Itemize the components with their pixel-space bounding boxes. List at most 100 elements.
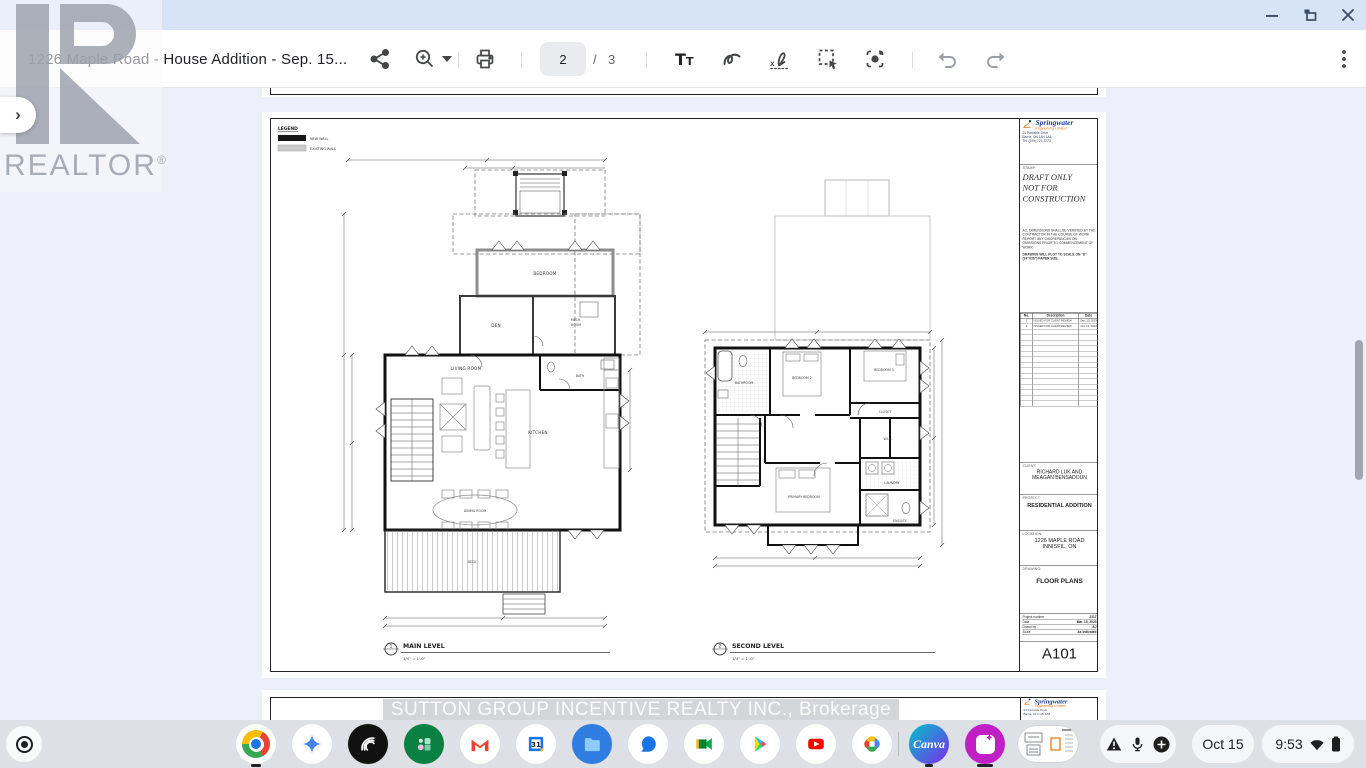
chrome-app-icon[interactable]	[236, 724, 276, 764]
title-block-drawing: DRAWING: FLOOR PLANS	[1020, 566, 1098, 614]
date-button[interactable]: Oct 15	[1192, 725, 1254, 763]
canva-active-indicator	[925, 764, 933, 767]
svg-text:2: 2	[719, 644, 722, 650]
messages-app-icon[interactable]	[628, 724, 668, 764]
photos-app-icon[interactable]	[852, 724, 892, 764]
chevron-right-icon: ›	[15, 105, 21, 125]
time-status-button[interactable]: 9:53	[1262, 725, 1354, 763]
text-annotation-icon[interactable]: T T	[673, 47, 697, 71]
signature-icon[interactable]: x	[768, 47, 792, 71]
svg-text:1: 1	[390, 644, 393, 650]
svg-text:BEDROOM: BEDROOM	[533, 271, 556, 276]
play-store-app-icon[interactable]	[740, 724, 780, 764]
page-separator: /	[593, 30, 597, 88]
second-level-caption: 2 SECOND LEVEL 1/4" = 1'-0"	[712, 643, 935, 661]
lens-search-icon[interactable]	[863, 47, 887, 71]
svg-text:W.I.C.: W.I.C.	[884, 437, 893, 441]
chromeos-shelf: 31 31	[0, 720, 1366, 768]
title-block-client: CLIENT: RICHARD LUK AND MEAGAN BENSADOUN	[1020, 463, 1098, 495]
page-3-sliver: SUTTON GROUP INCENTIVE REALTY INC., Brok…	[262, 690, 1106, 720]
gallery-app-icon[interactable]: ✦	[965, 724, 1005, 764]
legend-existing-wall-swatch	[278, 145, 306, 151]
svg-text:ENSUITE: ENSUITE	[893, 519, 907, 523]
green-shapes-app-icon[interactable]	[404, 724, 444, 764]
zoom-icon[interactable]	[413, 47, 437, 71]
calendar-app-icon[interactable]: 31 31	[516, 724, 556, 764]
svg-text:x: x	[770, 59, 775, 68]
svg-text:BEDROOM 2: BEDROOM 2	[792, 376, 812, 380]
svg-text:NEW WALL: NEW WALL	[310, 137, 328, 141]
plan-main-level: BEDROOM DEN MECH. ROOM BATH	[342, 158, 640, 661]
springwater-logo-icon	[1024, 698, 1033, 706]
black-arcs-app-icon[interactable]	[348, 724, 388, 764]
gmail-app-icon[interactable]	[460, 724, 500, 764]
svg-text:BATH: BATH	[576, 374, 585, 378]
sheet-number: A101	[1020, 642, 1098, 668]
svg-text:CLOSET: CLOSET	[879, 410, 891, 414]
plan-legend: LEGEND NEW WALL EXISTING WALL	[278, 126, 336, 151]
microphone-icon	[1130, 736, 1145, 752]
draw-annotation-icon[interactable]	[720, 47, 744, 71]
status-tray[interactable]	[1100, 725, 1176, 763]
undo-icon[interactable]	[936, 47, 960, 71]
window-preview-icon[interactable]	[1018, 726, 1078, 762]
page3-firm-block: Springwater Engineering Limited 24 Parks…	[1020, 697, 1098, 720]
document-title: 1226 Maple Road - House Addition - Sep. …	[28, 30, 347, 88]
gemini-app-icon[interactable]	[292, 724, 332, 764]
toolbar-separator	[458, 52, 459, 68]
battery-icon	[1331, 736, 1341, 752]
canva-app-icon[interactable]: Canva	[909, 724, 949, 764]
files-app-icon[interactable]	[572, 724, 612, 764]
title-block-location: LOCATION: 1226 MAPLE ROAD INNISFIL, ON	[1020, 531, 1098, 566]
plan-second-level: BATHROOM BEDROOM 2 BEDROOM 3 CLOSET	[703, 180, 944, 661]
svg-text:DEN: DEN	[491, 323, 501, 328]
title-block-stamp: STAMP: DRAFT ONLY NOT FOR CONSTRUCTION A…	[1020, 165, 1098, 313]
wifi-icon	[1309, 737, 1325, 751]
minimize-button[interactable]	[1264, 7, 1280, 23]
title-block-revisions: No. Description Date 1ISSUED FOR CLIENT …	[1020, 313, 1098, 463]
svg-text:31: 31	[531, 740, 541, 749]
pdf-viewer: LEGEND NEW WALL EXISTING WALL	[0, 88, 1366, 720]
svg-text:BEDROOM 3: BEDROOM 3	[874, 368, 894, 372]
title-block: Springwater Engineering Limited 24 Parks…	[1019, 118, 1098, 672]
meet-app-icon[interactable]	[684, 724, 724, 764]
launcher-button[interactable]	[6, 726, 42, 762]
legend-new-wall-swatch	[278, 135, 306, 141]
redo-icon[interactable]	[983, 47, 1007, 71]
svg-text:ROOM: ROOM	[571, 323, 581, 327]
close-icon[interactable]	[1340, 7, 1356, 23]
window-title-bar	[0, 0, 1366, 30]
restore-button[interactable]	[1302, 7, 1318, 23]
svg-text:MECH.: MECH.	[571, 318, 581, 322]
svg-text:KITCHEN: KITCHEN	[528, 430, 548, 435]
svg-text:DINING ROOM: DINING ROOM	[464, 509, 487, 513]
more-menu-icon[interactable]	[1332, 47, 1356, 71]
springwater-logo-icon	[1023, 120, 1034, 130]
svg-text:DECK: DECK	[468, 560, 478, 564]
youtube-app-icon[interactable]	[796, 724, 836, 764]
main-level-caption: 1 MAIN LEVEL 1/4" = 1'-0"	[383, 643, 610, 661]
shelf-separator	[898, 732, 899, 756]
select-area-icon[interactable]	[816, 47, 840, 71]
sidebar-expand-button[interactable]: ›	[0, 97, 36, 133]
print-icon[interactable]	[473, 47, 497, 71]
chrome-active-indicator	[251, 764, 261, 767]
toolbar-separator	[521, 52, 522, 68]
svg-text:SECOND LEVEL: SECOND LEVEL	[732, 643, 784, 650]
title-block-project: PROJECT: RESIDENTIAL ADDITION	[1020, 495, 1098, 531]
scrollbar-thumb[interactable]	[1355, 340, 1363, 480]
page-number-input[interactable]: 2	[540, 42, 586, 76]
warning-icon	[1106, 736, 1122, 752]
share-icon[interactable]	[368, 47, 392, 71]
pdf-toolbar: 1226 Maple Road - House Addition - Sep. …	[0, 30, 1366, 88]
svg-text:EXISTING WALL: EXISTING WALL	[310, 147, 336, 151]
title-block-info: Project number2317DateMar. 10, 2023Drawn…	[1020, 614, 1098, 642]
svg-text:PRIMARY BEDROOM: PRIMARY BEDROOM	[788, 495, 820, 499]
svg-text:LIVING ROOM: LIVING ROOM	[451, 366, 482, 371]
brokerage-banner: SUTTON GROUP INCENTIVE REALTY INC., Brok…	[262, 699, 1020, 720]
svg-text:LEGEND: LEGEND	[278, 126, 298, 132]
toolbar-separator	[646, 52, 647, 68]
chevron-down-icon[interactable]	[441, 47, 453, 71]
svg-text:LAUNDRY: LAUNDRY	[884, 481, 899, 485]
floor-plan-drawing: LEGEND NEW WALL EXISTING WALL	[270, 118, 1020, 670]
